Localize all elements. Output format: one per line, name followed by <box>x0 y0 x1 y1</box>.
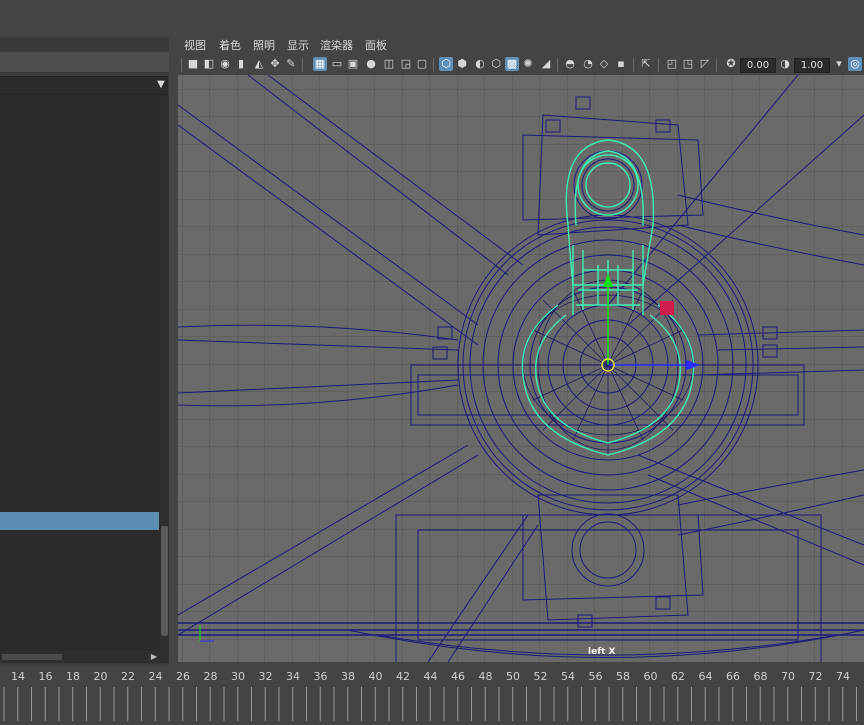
film-gate-icon[interactable]: ▭ <box>330 57 344 71</box>
xray-joints-icon[interactable]: ◰ <box>665 57 679 71</box>
view-name-label: left X <box>588 647 616 657</box>
manipulator-plane-handle[interactable] <box>660 301 674 315</box>
antialias-icon[interactable]: ◇ <box>597 57 611 71</box>
image-plane-icon[interactable]: ◭ <box>252 57 266 71</box>
shadows-icon[interactable]: ◢ <box>539 57 553 71</box>
xray-active-icon[interactable]: ◳ <box>681 57 695 71</box>
toolbar-separator <box>433 58 434 72</box>
time-tick-label: 20 <box>93 670 108 683</box>
2d-pan-icon[interactable]: ✥ <box>268 57 282 71</box>
viewport-canvas[interactable] <box>178 75 864 662</box>
gamma-icon[interactable]: ◑ <box>778 57 792 71</box>
backface-icon[interactable]: ◸ <box>698 57 712 71</box>
time-tick-label: 42 <box>396 670 410 683</box>
time-tick-label: 34 <box>286 670 300 683</box>
chevron-down-icon[interactable]: ▼ <box>155 79 167 91</box>
menu-renderer[interactable]: 渲染器 <box>320 39 353 53</box>
time-tick-label: 40 <box>368 670 383 683</box>
time-tick-label: 14 <box>11 670 25 683</box>
exposure-icon[interactable]: ✪ <box>724 57 738 71</box>
toolbar-separator <box>633 58 634 72</box>
color-manage-icon[interactable]: ▾ <box>832 57 846 71</box>
time-tick-label: 74 <box>836 670 850 683</box>
time-tick-label: 66 <box>726 670 740 683</box>
time-tick-label: 52 <box>533 670 548 683</box>
toolbar-separator <box>658 58 659 72</box>
depth-of-field-icon[interactable]: ▪ <box>614 57 628 71</box>
smooth-shade-icon[interactable]: ⬢ <box>455 57 469 71</box>
xray-icon[interactable]: ▩ <box>505 57 519 71</box>
camera-attr-icon[interactable]: ◧ <box>202 57 216 71</box>
menu-shading[interactable]: 着色 <box>219 39 241 53</box>
time-tick-label: 38 <box>341 670 355 683</box>
bounding-box-icon[interactable]: ⬡ <box>489 57 503 71</box>
camera-icon[interactable]: ■ <box>186 57 200 71</box>
color-space-icon[interactable]: ◎ <box>848 57 862 71</box>
resolution-gate-icon[interactable]: ▣ <box>346 57 360 71</box>
time-slider-ruler[interactable] <box>0 685 864 725</box>
grid-icon[interactable]: ▦ <box>313 57 327 71</box>
gate-mask-icon[interactable]: ● <box>364 57 378 71</box>
gamma-field[interactable]: 1.00 <box>794 58 830 73</box>
panel-divider[interactable] <box>169 37 176 665</box>
time-tick-label: 56 <box>588 670 603 683</box>
time-tick-label: 18 <box>66 670 80 683</box>
time-tick-label: 36 <box>313 670 328 683</box>
time-tick-label: 44 <box>423 670 438 683</box>
time-tick-label: 32 <box>258 670 273 683</box>
motion-blur-icon[interactable]: ◔ <box>581 57 595 71</box>
safe-action-icon[interactable]: ◲ <box>399 57 413 71</box>
bookmark-icon-2[interactable]: ▮ <box>234 57 248 71</box>
horizontal-scrollbar-thumb[interactable] <box>2 654 62 660</box>
menu-view[interactable]: 视图 <box>184 39 206 53</box>
isolate-icon[interactable]: ⇱ <box>639 57 653 71</box>
time-tick-label: 62 <box>671 670 685 683</box>
wireframe-icon[interactable]: ⬡ <box>439 57 453 71</box>
ambient-occlusion-icon[interactable]: ◓ <box>563 57 577 71</box>
shade-default-icon[interactable]: ◐ <box>473 57 487 71</box>
time-tick-label: 72 <box>808 670 823 683</box>
time-tick-label: 48 <box>478 670 493 683</box>
time-tick-label: 24 <box>148 670 163 683</box>
outliner-header <box>0 52 176 72</box>
time-tick-label: 16 <box>38 670 53 683</box>
viewport-toolbar: ■ ◧ ◉ ▮ ◭ ✥ ✎ ▦ ▭ ▣ ● ◫ ◲ ▢ ⬡ ⬢ ◐ ⬡ ▩ ✺ … <box>178 55 864 75</box>
menu-show[interactable]: 显示 <box>287 39 309 53</box>
time-tick-label: 70 <box>781 670 795 683</box>
bookmark-icon[interactable]: ◉ <box>218 57 232 71</box>
scroll-right-arrow-icon[interactable]: ▶ <box>148 651 160 663</box>
time-tick-label: 64 <box>698 670 713 683</box>
title-strip <box>0 0 864 37</box>
grid <box>178 75 864 662</box>
viewport-menubar: 视图 着色 照明 显示 渲染器 面板 <box>178 37 864 55</box>
toolbar-separator <box>181 58 182 72</box>
time-tick-label: 54 <box>561 670 575 683</box>
safe-title-icon[interactable]: ▢ <box>415 57 429 71</box>
time-tick-label: 68 <box>753 670 768 683</box>
toolbar-separator <box>302 58 303 72</box>
toolbar-separator <box>557 58 558 72</box>
menu-lighting[interactable]: 照明 <box>253 39 275 53</box>
outliner-filter-field[interactable] <box>0 76 168 95</box>
exposure-field[interactable]: 0.00 <box>740 58 776 73</box>
lights-icon[interactable]: ✺ <box>521 57 535 71</box>
time-tick-label: 26 <box>176 670 190 683</box>
menu-panels[interactable]: 面板 <box>365 39 387 53</box>
outliner-list[interactable] <box>0 95 168 651</box>
time-tick-label: 60 <box>643 670 658 683</box>
time-tick-label: 30 <box>231 670 245 683</box>
vertical-scrollbar-thumb[interactable] <box>161 526 168 636</box>
time-tick-label: 22 <box>121 670 135 683</box>
time-tick-label: 28 <box>203 670 218 683</box>
toolbar-separator <box>716 58 717 72</box>
time-tick-label: 50 <box>506 670 520 683</box>
list-item-selected[interactable] <box>0 512 159 530</box>
grease-pencil-icon[interactable]: ✎ <box>284 57 298 71</box>
time-tick-label: 46 <box>451 670 465 683</box>
wireframe-scene <box>178 75 864 662</box>
field-chart-icon[interactable]: ◫ <box>382 57 396 71</box>
time-tick-label: 58 <box>616 670 630 683</box>
